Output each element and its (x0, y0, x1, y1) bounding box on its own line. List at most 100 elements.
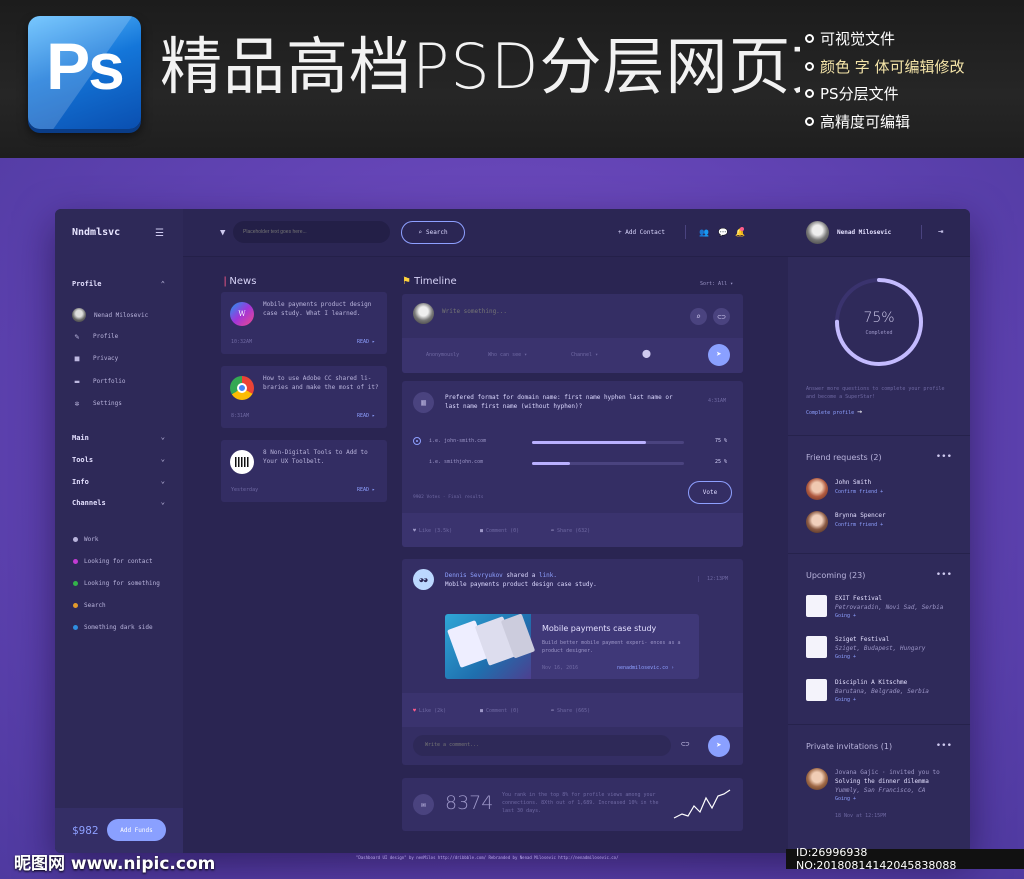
going-link[interactable]: Going + (835, 796, 856, 802)
chevron-down-icon[interactable]: ⌄ (161, 498, 165, 506)
anonymous-toggle[interactable]: Anonymously (426, 352, 459, 358)
channel-item[interactable]: Search (73, 602, 106, 609)
sidebar-section-main[interactable]: Main (72, 434, 89, 442)
poll-option-label[interactable]: i.e. john-smith.com (429, 438, 486, 444)
poll-card: ▥ Prefered format for domain name: first… (402, 381, 743, 547)
like-button[interactable]: ♥ Like (3.5k) (413, 528, 452, 534)
author-link[interactable]: Dennis Sevryukov (445, 572, 503, 579)
comment-icon: ■ (480, 528, 484, 534)
sidebar-item-settings[interactable]: ✲ Settings (72, 399, 122, 408)
going-link[interactable]: Going + (835, 654, 856, 660)
sidebar-section-profile[interactable]: Profile (72, 280, 102, 288)
more-icon[interactable]: ••• (936, 570, 952, 580)
chevron-down-icon[interactable]: ⌄ (161, 455, 165, 463)
avatar (806, 478, 828, 500)
user-name[interactable]: Nenad Milosevic (837, 229, 891, 236)
avatar[interactable] (806, 221, 829, 244)
read-link[interactable]: READ ▸ (357, 339, 375, 345)
search-icon[interactable]: ⌕ (690, 308, 707, 325)
confirm-friend-link[interactable]: Confirm friend + (835, 522, 883, 528)
complete-profile-link[interactable]: Complete profile → (806, 407, 862, 416)
poll-bar (532, 462, 684, 465)
read-link[interactable]: READ ▸ (357, 413, 375, 419)
attach-icon[interactable]: ⊂⊃ (681, 740, 689, 748)
going-link[interactable]: Going + (835, 697, 856, 703)
vote-button[interactable]: Vote (688, 481, 732, 504)
sidebar-item-user[interactable]: Nenad Milosevic (72, 308, 148, 322)
sidebar-section-info[interactable]: Info (72, 478, 89, 486)
sidebar: Nndmlsvc ☰ Profile ⌃ Nenad Milosevic ✎ Pr… (55, 209, 183, 853)
send-button[interactable]: ➤ (708, 344, 730, 366)
poll-radio[interactable] (413, 437, 421, 445)
mail-icon: ✉ (413, 794, 434, 815)
folder-icon: ▬ (74, 377, 80, 386)
location-icon[interactable]: ⬤ (642, 349, 651, 358)
lock-icon: ■ (74, 354, 80, 363)
post-time: 12:13PM (698, 576, 728, 582)
read-link[interactable]: READ ▸ (357, 487, 375, 493)
calendar-icon (806, 679, 827, 701)
send-comment-button[interactable]: ➤ (708, 735, 730, 757)
sidebar-item-privacy[interactable]: ■ Privacy (72, 354, 119, 363)
add-contact-button[interactable]: + Add Contact (618, 229, 665, 236)
article-link[interactable]: nenadmilosevic.co › (617, 665, 674, 671)
funds-panel: $982 Add Funds (55, 808, 183, 853)
bullet-icon (805, 116, 814, 126)
attach-icon[interactable]: ⊂⊃ (713, 308, 730, 325)
channel-item[interactable]: Looking for something (73, 580, 160, 587)
channel-item[interactable]: Looking for contact (73, 558, 153, 565)
link-word[interactable]: link. (539, 572, 557, 579)
menu-icon[interactable]: ☰ (155, 228, 164, 239)
channel-item[interactable]: Work (73, 536, 98, 543)
going-link[interactable]: Going + (835, 613, 856, 619)
article-title: Mobile payments case study (542, 624, 657, 633)
sidebar-section-tools[interactable]: Tools (72, 456, 93, 464)
logout-icon[interactable]: ⇥ (938, 227, 943, 237)
search-button[interactable]: ⌕ Search (401, 221, 465, 244)
chevron-up-icon[interactable]: ⌃ (161, 280, 165, 288)
chat-icon[interactable]: 💬 (718, 228, 728, 237)
channel-select[interactable]: Channel ▾ (571, 352, 598, 358)
confirm-friend-link[interactable]: Confirm friend + (835, 489, 883, 495)
more-icon[interactable]: ••• (936, 741, 952, 751)
send-icon: ➤ (716, 741, 722, 751)
comment-button[interactable]: ■ Comment (0) (480, 528, 519, 534)
poll-option-label[interactable]: i.e. smithjohn.com (429, 459, 483, 465)
barcode-logo-icon (230, 450, 254, 474)
add-funds-button[interactable]: Add Funds (107, 819, 166, 841)
news-card[interactable]: 8 Non-Digital Tools to Add to Your UX To… (221, 440, 387, 502)
sidebar-item-profile[interactable]: ✎ Profile (72, 332, 119, 341)
sort-select[interactable]: Sort: All ▾ (700, 281, 733, 287)
news-card[interactable]: How to use Adobe CC shared li- braries a… (221, 366, 387, 428)
more-icon[interactable]: ••• (936, 452, 952, 462)
sidebar-item-portfolio[interactable]: ▬ Portfolio (72, 377, 126, 386)
dashboard-app: Nndmlsvc ☰ Profile ⌃ Nenad Milosevic ✎ Pr… (55, 209, 970, 853)
poll-meta: 9902 Votes · Final results (413, 495, 484, 500)
rank-text: You rank in the top 8% for profile views… (502, 792, 659, 814)
news-card[interactable]: W Mobile payments product design case st… (221, 292, 387, 354)
comment-button[interactable]: ■ Comment (0) (480, 708, 519, 714)
channel-item[interactable]: Something dark side (73, 624, 153, 631)
channel-dot-icon (73, 581, 78, 586)
sidebar-section-channels[interactable]: Channels (72, 499, 106, 507)
search-input[interactable] (233, 221, 390, 243)
comment-field[interactable] (413, 735, 671, 756)
share-button[interactable]: ➦ Share (665) (551, 708, 590, 714)
article-preview[interactable]: Mobile payments case study Build better … (445, 614, 699, 679)
visibility-select[interactable]: Who can see ▾ (488, 352, 527, 358)
poll-bar-fill (532, 441, 646, 444)
post-input[interactable] (442, 308, 642, 315)
feature-list: 可视觉文件 颜色 字 体可编辑修改 PS分层文件 高精度可编辑 (805, 26, 965, 136)
share-button[interactable]: ➦ Share (632) (551, 528, 590, 534)
footer-credit: "Dashboard UI design" by nenMilos http:/… (356, 855, 619, 860)
shared-link-post: ◕◕ Dennis Sevryukov shared a link. Mobile… (402, 559, 743, 765)
filter-icon[interactable]: ▼ (220, 228, 225, 238)
divider (685, 225, 686, 239)
chevron-down-icon[interactable]: ⌄ (161, 433, 165, 441)
post-actions: ♥ Like (3.5k) ■ Comment (0) ➦ Share (632… (402, 513, 743, 547)
users-icon[interactable]: 👥 (699, 228, 709, 237)
chevron-down-icon[interactable]: ⌄ (161, 477, 165, 485)
rank-card: ✉ 8374 You rank in the top 8% for profil… (402, 778, 743, 831)
comment-input[interactable] (425, 742, 625, 748)
like-button[interactable]: ♥ Like (2k) (413, 708, 446, 714)
